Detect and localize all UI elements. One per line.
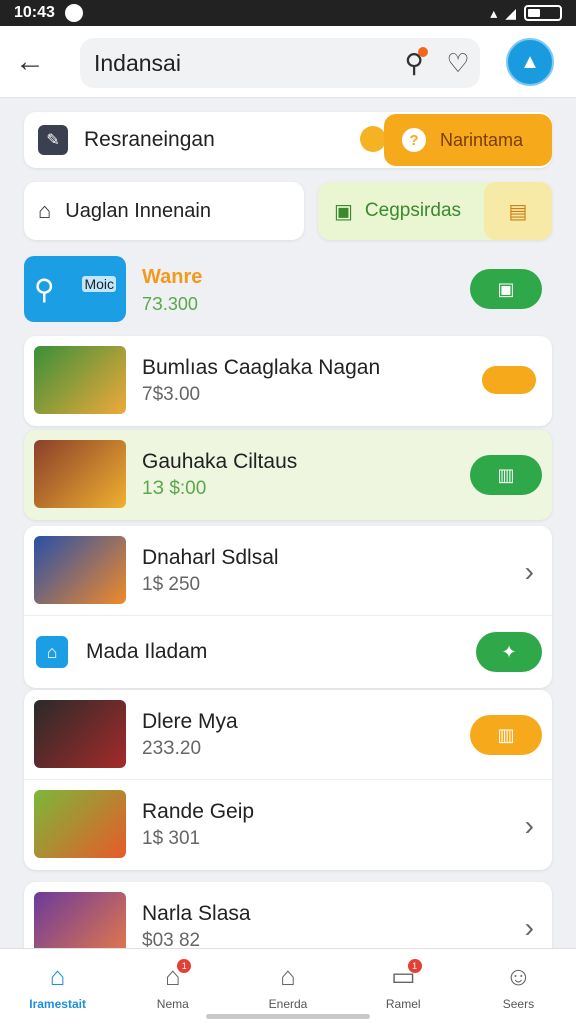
calendar-icon: ▣ [334, 200, 353, 223]
search-icon[interactable]: ⚲ [392, 41, 436, 85]
briefcase-icon[interactable]: ▤ [484, 182, 552, 240]
nav-label: Ramel [385, 997, 421, 1011]
nav-store[interactable]: ⌂ 1 Nema [115, 949, 230, 1024]
notification-badge: 1 [177, 959, 192, 973]
game-list-5: Narla Slasa $03 82 › [24, 882, 552, 948]
game-thumbnail [34, 346, 126, 414]
item-name: Rande Geip [142, 800, 255, 823]
home-indicator[interactable] [206, 1014, 370, 1019]
avatar[interactable]: ▲ [506, 38, 554, 86]
item-name: Narla Slasa [142, 902, 251, 925]
nav-label: Seers [502, 997, 535, 1011]
list-item[interactable]: Narla Slasa $03 82 › [24, 882, 552, 948]
game-thumbnail [34, 440, 126, 508]
bottom-nav: ⌂ Iramestait ⌂ 1 Nema ⌂ Enerda ▭ 1 Ramel… [0, 948, 576, 1024]
nav-profile[interactable]: ☺ Seers [461, 949, 576, 1024]
profile-icon: ☺ [505, 961, 532, 991]
item-price: 1З $:00 [142, 478, 207, 499]
game-list-1: Bumlıas Caaglaka Nagan 7$3.00 [24, 336, 552, 426]
game-thumbnail [34, 790, 126, 858]
shortcut-label: Resraneingan [84, 128, 215, 151]
chevron-right-icon[interactable]: › [525, 556, 534, 588]
list-item[interactable]: Bumlıas Caaglaka Nagan 7$3.00 [24, 336, 552, 426]
coin-icon [360, 126, 386, 152]
nav-label: Nema [156, 997, 189, 1011]
home-icon: ⌂ [36, 636, 68, 668]
nav-chat[interactable]: ▭ 1 Ramel [346, 949, 461, 1024]
game-list-3: Dnaharl Sdlsal 1$ 250 › ⌂ Mada Iladam ✦ [24, 526, 552, 688]
bag-button[interactable]: ▣ [470, 269, 542, 309]
item-name: Mada Iladam [86, 640, 208, 663]
wallet-shortcut[interactable]: ⌂ Uaglan Innenain [24, 182, 304, 240]
item-price: 23З.20 [142, 738, 202, 759]
game-list-2: Gauhaka Ciltaus 1З $:00 ▥ [24, 430, 552, 520]
notification-badge: 1 [407, 959, 422, 973]
list-item[interactable]: Dlere Mya 23З.20 ▥ [24, 690, 552, 780]
heart-icon[interactable]: ♡ [436, 41, 480, 85]
item-price: 7$3.00 [142, 384, 201, 405]
shortcut-button-label: Narintama [440, 129, 524, 150]
top-bar: ← Indansai ⚲ ♡ ▲ [0, 26, 576, 98]
edit-icon: ✎ [38, 125, 68, 155]
question-icon: ? [402, 128, 426, 152]
basket-icon: ⌂ [38, 198, 52, 223]
featured-thumbnail: ⚲ Moic [24, 256, 126, 322]
item-name: Dlere Mya [142, 710, 238, 733]
search-input[interactable]: Indansai [94, 50, 392, 77]
item-name: Bumlıas Caaglaka Nagan [142, 356, 381, 379]
search-bar[interactable]: Indansai ⚲ ♡ [80, 38, 480, 88]
game-list-4: Dlere Mya 23З.20 ▥ Rande Geip 1$ 301 › [24, 690, 552, 870]
chevron-right-icon[interactable]: › [525, 912, 534, 944]
item-price: 1$ 250 [142, 574, 201, 595]
app-notification-icon [64, 4, 83, 22]
shortcut-action-button[interactable]: ? Narintama [384, 114, 552, 166]
action-button[interactable]: ✦ [476, 632, 542, 672]
list-item[interactable]: ⌂ Mada Iladam ✦ [24, 616, 552, 688]
list-item[interactable]: Dnaharl Sdlsal 1$ 250 › [24, 526, 552, 616]
list-item[interactable]: Gauhaka Ciltaus 1З $:00 ▥ [24, 430, 552, 520]
nav-bank[interactable]: ⌂ Enerda [230, 949, 345, 1024]
notification-dot [418, 47, 428, 57]
bank-icon: ⌂ [280, 961, 296, 991]
featured-price: 7З.300 [142, 294, 198, 314]
item-name: Dnaharl Sdlsal [142, 546, 279, 569]
gift-button[interactable]: ▥ [470, 455, 542, 495]
promo-shortcut[interactable]: ▣ Cegpsirdas ▤ [318, 182, 552, 240]
shortcut-row[interactable]: ✎ Resraneingan ? Narintama [24, 112, 552, 168]
home-icon: ⌂ [49, 961, 66, 991]
toggle-button[interactable] [482, 366, 536, 394]
featured-item[interactable]: ⚲ Moic Wanre 7З.300 ▣ [24, 254, 552, 324]
featured-title: Wanre [142, 266, 203, 288]
gift-button[interactable]: ▥ [470, 715, 542, 755]
nav-label: Iramestait [29, 997, 86, 1011]
promo-label: Cegpsirdas [364, 200, 462, 221]
back-arrow-icon[interactable]: ← [0, 32, 60, 92]
wifi-icon: ▴ [490, 4, 498, 21]
item-name: Gauhaka Ciltaus [142, 450, 298, 473]
item-price: $03 82 [142, 930, 201, 948]
status-icons: ▴ ◢ [490, 5, 562, 22]
search-icon: ⚲ [34, 273, 55, 305]
game-thumbnail [34, 536, 126, 604]
wallet-label: Uaglan Innenain [65, 199, 211, 222]
game-thumbnail [34, 892, 126, 948]
status-time: 10:43 [14, 4, 55, 21]
game-thumbnail [34, 700, 126, 768]
signal-icon: ◢ [505, 4, 516, 21]
battery-icon [524, 5, 562, 21]
item-price: 1$ 301 [142, 828, 201, 849]
featured-tag: Moic [82, 276, 116, 292]
status-bar: 10:43 ▴ ◢ [0, 0, 576, 26]
nav-label: Enerda [268, 997, 308, 1011]
list-item[interactable]: Rande Geip 1$ 301 › [24, 780, 552, 870]
chevron-right-icon[interactable]: › [525, 810, 534, 842]
nav-home[interactable]: ⌂ Iramestait [0, 949, 115, 1024]
